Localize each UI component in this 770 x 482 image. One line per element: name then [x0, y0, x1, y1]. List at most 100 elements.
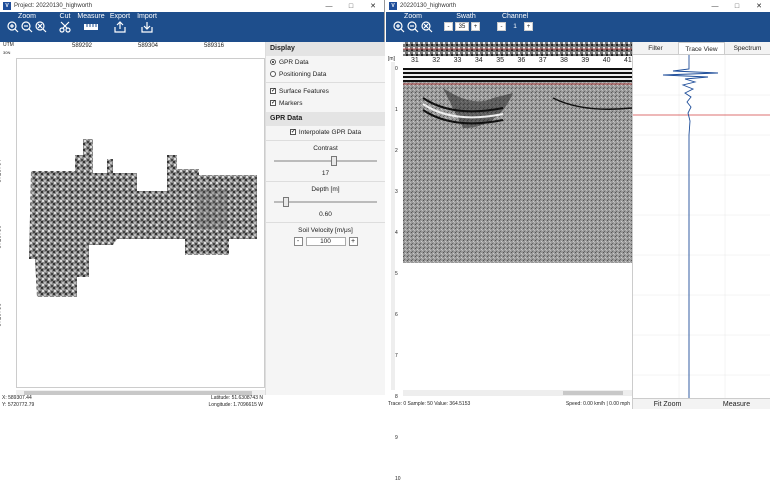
maximize-icon[interactable]: □ [726, 3, 748, 10]
swath-label: Swath [456, 13, 476, 20]
y-tick: 5720764 [0, 159, 3, 183]
swath-group: Swath - 35 + [444, 13, 488, 31]
depth-control: Depth [m] 0.60 [266, 184, 385, 220]
depth-value: 0.60 [319, 211, 332, 218]
soil-velocity-input[interactable]: 100 [305, 237, 346, 246]
fit-zoom-button[interactable]: Fit Zoom [633, 399, 702, 409]
soil-velocity-stepper: - 100 + [266, 237, 385, 246]
ruler-icon[interactable] [83, 21, 99, 33]
markers-checkbox[interactable]: ✓ [270, 100, 276, 106]
divider [266, 222, 385, 223]
export-icon[interactable] [114, 21, 126, 33]
gpr-data-radio-row[interactable]: GPR Data [266, 56, 385, 68]
radar-x-tick: 39 [581, 57, 590, 64]
slider-thumb[interactable] [330, 156, 337, 166]
radargram-canvas[interactable] [403, 68, 632, 263]
scroll-thumb[interactable] [563, 391, 623, 395]
radar-y-tick: 5 [395, 271, 398, 277]
export-group: Export [108, 13, 132, 33]
positioning-radio[interactable] [270, 71, 276, 77]
trace-panel: Filter Trace View Spectrum Fit Zoom Meas… [632, 42, 770, 409]
slider-track [274, 160, 377, 162]
positioning-radio-row[interactable]: Positioning Data [266, 68, 385, 80]
trace-plot[interactable] [633, 55, 770, 398]
close-icon[interactable]: ✕ [748, 2, 770, 10]
trace-waveform [633, 55, 770, 398]
tab-spectrum[interactable]: Spectrum [725, 42, 770, 54]
increment-button[interactable]: + [348, 237, 358, 246]
right-toolbar: Zoom Swath - 35 + Channel - 1 + [386, 12, 770, 42]
markers-row[interactable]: ✓ Markers [266, 97, 385, 109]
radar-y-tick: 9 [395, 435, 398, 441]
close-icon[interactable]: ✕ [362, 2, 384, 10]
display-settings-panel: Display GPR Data Positioning Data ✓ Surf… [265, 42, 385, 395]
radar-x-tick: 35 [496, 57, 504, 64]
channel-decrement-button[interactable]: - [497, 22, 506, 31]
interpolate-row[interactable]: ✓ Interpolate GPR Data [266, 126, 385, 138]
measure-button[interactable]: Measure [702, 399, 770, 409]
gpr-data-header: GPR Data [266, 112, 385, 126]
left-window-title: Project: 20220130_highworth [14, 3, 93, 9]
zoom-reset-icon[interactable] [35, 21, 47, 33]
zoom-in-icon[interactable] [7, 21, 19, 33]
radar-y-tick: 10 [395, 476, 401, 482]
radar-y-tick: 1 [395, 107, 398, 113]
radar-x-tick: 31 [411, 57, 419, 64]
channel-group: Channel - 1 + [492, 13, 538, 31]
speed-status: Speed: 0.00 km/h | 0.00 mph [565, 401, 630, 407]
zoom-group: Zoom [390, 13, 436, 33]
minimize-icon[interactable]: — [704, 3, 726, 10]
trace-tabs: Filter Trace View Spectrum [633, 42, 770, 55]
radar-x-tick: 32 [432, 57, 441, 64]
contrast-slider[interactable] [274, 156, 377, 166]
tab-trace-view[interactable]: Trace View [678, 42, 725, 54]
map-y-axis: 5720764 5720750 5720736 [0, 58, 16, 388]
zoom-out-icon[interactable] [21, 21, 33, 33]
slider-thumb[interactable] [283, 197, 290, 207]
map-panel: UTM 30N 589292 589304 589316 5720764 572… [0, 42, 265, 398]
radargram-vertical-scrollbar[interactable] [391, 62, 395, 390]
surface-features-label: Surface Features [279, 87, 329, 95]
minimize-icon[interactable]: — [318, 3, 340, 10]
contrast-label: Contrast [313, 145, 338, 152]
right-window-title: 20220130_highworth [400, 3, 457, 9]
gpr-map-canvas[interactable] [16, 58, 265, 388]
swath-increment-button[interactable]: + [471, 22, 480, 31]
divider [266, 82, 385, 83]
radar-y-tick: 0 [395, 66, 398, 72]
depth-label: Depth [m] [311, 186, 340, 193]
radar-y-tick: 2 [395, 148, 398, 154]
overview-image [403, 42, 632, 56]
channel-increment-button[interactable]: + [524, 22, 533, 31]
radar-x-tick: 37 [538, 57, 547, 64]
zoom-out-icon[interactable] [407, 21, 419, 33]
surface-features-checkbox[interactable]: ✓ [270, 88, 276, 94]
interpolate-checkbox[interactable]: ✓ [289, 129, 296, 135]
zoom-reset-icon[interactable] [421, 21, 433, 33]
radar-x-tick: 36 [517, 57, 526, 64]
markers-label: Markers [279, 99, 303, 107]
radar-x-tick: 33 [453, 57, 462, 64]
radar-x-tick: 40 [602, 57, 611, 64]
swath-overview-strip[interactable] [403, 42, 632, 56]
zoom-label: Zoom [404, 13, 422, 20]
radargram-empty-area [403, 263, 632, 389]
scissors-icon[interactable] [59, 21, 71, 33]
tab-filter[interactable]: Filter [633, 42, 678, 54]
surface-features-row[interactable]: ✓ Surface Features [266, 85, 385, 97]
decrement-button[interactable]: - [293, 237, 303, 246]
radar-y-tick: 3 [395, 189, 398, 195]
zoom-in-icon[interactable] [393, 21, 405, 33]
interpolate-label: Interpolate GPR Data [298, 128, 362, 136]
swath-select[interactable]: 35 [455, 22, 469, 31]
import-icon[interactable] [141, 21, 153, 33]
x-tick: 589304 [138, 43, 159, 49]
radargram-horizontal-scrollbar[interactable] [403, 390, 632, 396]
project-window: V Project: 20220130_highworth — □ ✕ Zoom… [0, 0, 385, 409]
divider [266, 140, 385, 141]
gpr-data-radio[interactable] [270, 59, 276, 65]
swath-decrement-button[interactable]: - [444, 22, 453, 31]
left-titlebar: V Project: 20220130_highworth — □ ✕ [0, 0, 384, 12]
maximize-icon[interactable]: □ [340, 3, 362, 10]
depth-slider[interactable] [274, 197, 377, 207]
